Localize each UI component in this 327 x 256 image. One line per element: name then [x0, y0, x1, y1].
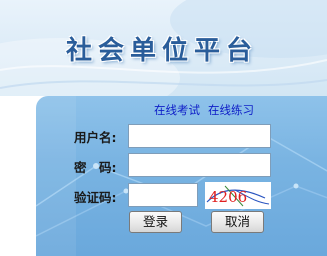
captcha-input[interactable] [128, 183, 198, 207]
login-button[interactable]: 登录 [129, 211, 182, 233]
captcha-label: 验证码: [74, 190, 117, 205]
password-input[interactable] [128, 153, 271, 177]
captcha-graphic: 4206 [206, 185, 270, 207]
password-label: 密 码: [74, 160, 117, 175]
quick-links: 在线考试 在线练习 [154, 102, 254, 118]
cancel-button[interactable]: 取消 [211, 211, 264, 233]
captcha-text: 4206 [209, 188, 247, 206]
page-title: 社会单位平台 [65, 36, 258, 66]
online-exam-link[interactable]: 在线考试 [154, 103, 200, 117]
header-banner: 社会单位平台 [0, 0, 327, 96]
username-input[interactable] [128, 124, 271, 148]
username-label: 用户名: [74, 130, 117, 145]
online-practice-link[interactable]: 在线练习 [208, 103, 254, 117]
captcha-image[interactable]: 4206 [205, 182, 271, 209]
